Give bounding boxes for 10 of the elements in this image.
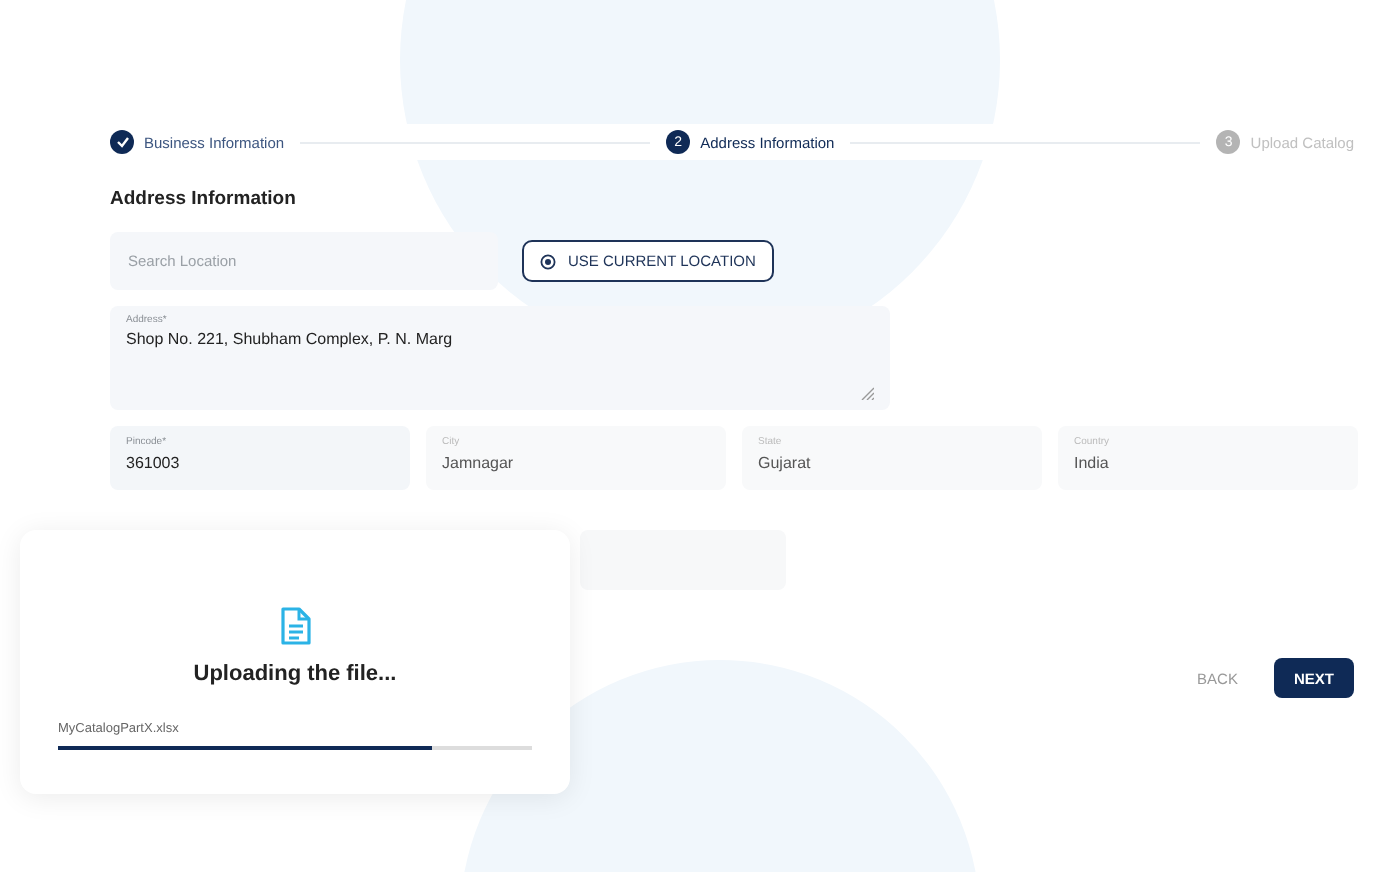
field-value: India bbox=[1074, 454, 1111, 472]
resize-handle-icon bbox=[860, 386, 874, 400]
upload-title: Uploading the file... bbox=[193, 662, 397, 686]
section-title: Address Information bbox=[110, 188, 298, 210]
field-value: Jamnagar bbox=[442, 454, 516, 472]
document-icon bbox=[279, 606, 311, 646]
field-value: Shop No. 221, Shubham Complex, P. N. Marg bbox=[126, 330, 455, 348]
location-target-icon bbox=[540, 253, 556, 269]
field-value: 361003 bbox=[126, 454, 182, 472]
field-value: Gujarat bbox=[758, 454, 813, 472]
